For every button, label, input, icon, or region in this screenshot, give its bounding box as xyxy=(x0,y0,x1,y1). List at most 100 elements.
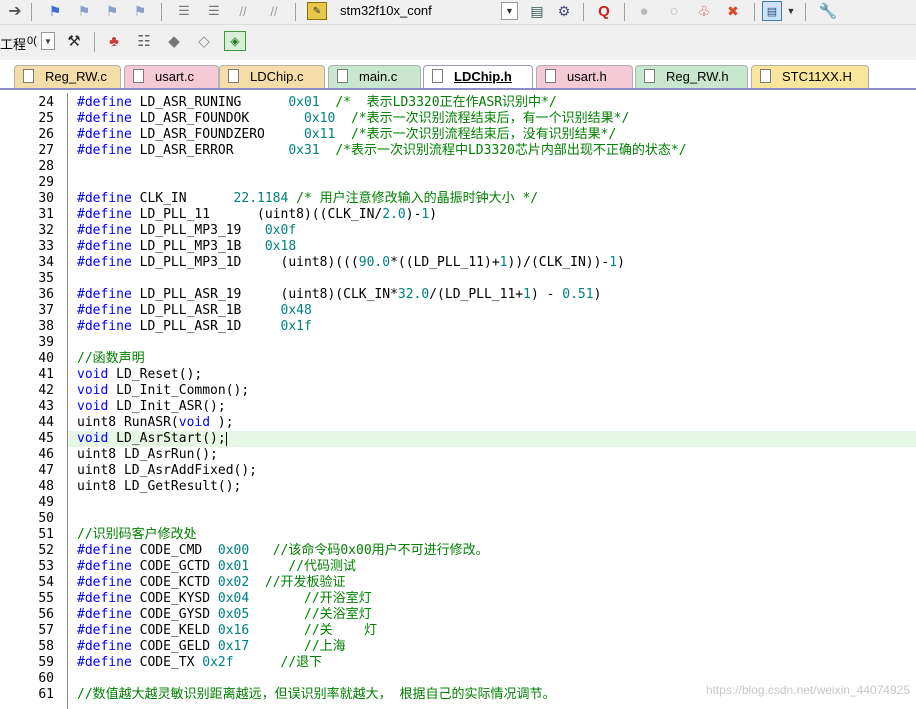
breakpoint-insert-icon[interactable]: ● xyxy=(635,2,653,20)
code-line[interactable]: #define CODE_GYSD 0x05 //关浴室灯 xyxy=(77,607,372,623)
bookmark-toggle-icon[interactable]: ⚑ xyxy=(46,2,64,20)
code-line[interactable]: #define LD_PLL_ASR_1D 0x1f xyxy=(77,319,312,335)
debug-settings-icon[interactable]: ⚙ xyxy=(555,2,573,20)
code-text: LD_PLL_MP3_19 xyxy=(139,223,265,238)
code-line[interactable]: #define LD_PLL_MP3_1B 0x18 xyxy=(77,239,296,255)
tab-label: LDChip.c xyxy=(250,69,304,84)
line-number: 52 xyxy=(38,543,54,558)
tab-usart-c[interactable]: usart.c xyxy=(124,65,219,88)
run-time-environment-icon[interactable]: ◈ xyxy=(224,31,246,51)
tab-reg-rw-h[interactable]: Reg_RW.h xyxy=(635,65,748,88)
project-combo[interactable]: 0( xyxy=(27,35,37,47)
code-line[interactable]: void LD_Reset(); xyxy=(77,367,202,383)
code-line[interactable]: #define LD_PLL_11 (uint8)((CLK_IN/2.0)-1… xyxy=(77,207,437,223)
code-line[interactable]: #define LD_ASR_FOUNDZERO 0x11 /*表示一次识别流程… xyxy=(77,127,616,143)
file-icon xyxy=(337,69,348,83)
code-line[interactable]: #define LD_ASR_ERROR 0x31 /*表示一次识别流程中LD3… xyxy=(77,143,687,159)
uncomment-icon[interactable]: // xyxy=(265,2,283,20)
code-text: CODE_TX xyxy=(139,655,203,670)
code-number: 32.0 xyxy=(397,287,430,302)
code-line[interactable]: //函数声明 xyxy=(77,351,145,367)
code-line[interactable]: #define LD_PLL_MP3_19 0x0f xyxy=(77,223,296,239)
code-line[interactable]: //数值越大越灵敏识别距离越远，但误识别率就越大， 根据自己的实际情况调节。 xyxy=(77,687,555,703)
tab-stc11xx-h[interactable]: STC11XX.H xyxy=(751,65,869,88)
tab-label: usart.h xyxy=(567,69,607,84)
comment-icon[interactable]: // xyxy=(234,2,252,20)
code-line[interactable]: #define CODE_KCTD 0x02 //开发板验证 xyxy=(77,575,346,591)
line-number: 31 xyxy=(38,207,54,222)
code-keyword: void xyxy=(77,399,109,414)
tab-main-c[interactable]: main.c xyxy=(328,65,421,88)
code-line[interactable]: uint8 LD_AsrAddFixed(); xyxy=(77,463,257,479)
breakpoint-enable-icon[interactable]: ○ xyxy=(665,2,683,20)
unindent-icon[interactable]: ☰ xyxy=(205,2,223,20)
code-line[interactable]: #define LD_PLL_ASR_1B 0x48 xyxy=(77,303,312,319)
line-number: 26 xyxy=(38,127,54,142)
code-text: ) - xyxy=(530,287,563,302)
incremental-find-icon[interactable]: ▤ xyxy=(528,2,546,20)
code-line[interactable]: #define LD_ASR_FOUNDOK 0x10 /*表示一次识别流程结束… xyxy=(77,111,629,127)
code-line[interactable]: #define LD_PLL_MP3_1D (uint8)(((90.0*((L… xyxy=(77,255,625,271)
tab-usart-h[interactable]: usart.h xyxy=(536,65,633,88)
code-editor[interactable]: 24 25 26 27 28 29 30 31 32 33 34 35 36 37 38 39 40 41 42 43… xyxy=(0,93,916,709)
code-line[interactable]: uint8 LD_GetResult(); xyxy=(77,479,241,495)
code-keyword: #define xyxy=(77,623,132,638)
breakpoint-kill-all-icon[interactable]: ✖ xyxy=(724,2,742,20)
code-keyword: void xyxy=(77,431,109,446)
file-icon xyxy=(23,69,34,83)
tab-ldchip-h[interactable]: LDChip.h xyxy=(423,65,533,88)
line-number: 41 xyxy=(38,367,54,382)
line-number: 32 xyxy=(38,223,54,238)
tab-ldchip-c[interactable]: LDChip.c xyxy=(219,65,325,88)
code-line[interactable]: #define CODE_GELD 0x17 //上海 xyxy=(77,639,346,655)
window-layout-chevron-icon[interactable]: ▼ xyxy=(785,2,797,20)
code-line[interactable]: void LD_Init_ASR(); xyxy=(77,399,226,415)
line-number: 43 xyxy=(38,399,54,414)
code-line[interactable]: #define CODE_CMD 0x00 //该命令码0x00用户不可进行修改… xyxy=(77,543,489,559)
bookmark-next-icon[interactable]: ⚑ xyxy=(103,2,121,20)
fold-margin-line xyxy=(67,93,68,709)
code-line[interactable]: uint8 LD_AsrRun(); xyxy=(77,447,218,463)
code-number: 0x17 xyxy=(217,639,250,654)
line-number: 29 xyxy=(38,175,54,190)
tab-label: main.c xyxy=(359,69,398,84)
select-software-packs-icon[interactable]: ◇ xyxy=(194,31,214,51)
file-extensions-icon[interactable]: ☷ xyxy=(134,31,154,51)
code-line[interactable]: #define CODE_GCTD 0x01 //代码测试 xyxy=(77,559,356,575)
code-line[interactable]: #define CODE_TX 0x2f //退下 xyxy=(77,655,322,671)
configure-tools-icon[interactable]: 🔧 xyxy=(818,2,838,20)
code-line[interactable]: #define CLK_IN 22.1184 /* 用户注意修改输入的晶振时钟大… xyxy=(77,191,538,207)
code-line[interactable]: #define LD_ASR_RUNING 0x01 /* 表示LD3320正在… xyxy=(77,95,557,111)
project-combo-chevron-icon[interactable]: ▼ xyxy=(41,32,55,50)
code-line[interactable]: void LD_AsrStart(); xyxy=(68,431,916,447)
start-debug-icon[interactable]: Q xyxy=(595,2,613,20)
arrow-right-icon[interactable]: ➔ xyxy=(6,2,24,20)
code-line[interactable]: #define CODE_KELD 0x16 //关 灯 xyxy=(77,623,377,639)
code-text: LD_PLL_MP3_1B xyxy=(139,239,265,254)
manage-components-icon[interactable]: ♣ xyxy=(104,31,124,51)
code-comment: //上海 xyxy=(304,639,346,654)
window-layout-icon[interactable]: ▤ xyxy=(762,1,782,21)
find-in-files-icon[interactable]: ✎ xyxy=(307,2,327,20)
indent-icon[interactable]: ☰ xyxy=(175,2,193,20)
watermark: https://blog.csdn.net/weixin_44074925 xyxy=(705,683,910,697)
dropdown-chevron-icon[interactable]: ▼ xyxy=(501,2,518,20)
code-line[interactable]: //识别码客户修改处 xyxy=(77,527,197,543)
line-number: 38 xyxy=(38,319,54,334)
breakpoint-disable-all-icon[interactable]: ♧ xyxy=(695,2,713,20)
code-line[interactable]: uint8 RunASR(void ); xyxy=(77,415,234,431)
line-number: 61 xyxy=(38,687,54,702)
code-line[interactable]: #define LD_PLL_ASR_19 (uint8)(CLK_IN*32.… xyxy=(77,287,601,303)
options-wand-icon[interactable]: ⚒ xyxy=(64,31,84,51)
code-comment: //函数声明 xyxy=(77,351,145,366)
code-text: CODE_KYSD xyxy=(139,591,218,606)
pack-installer-icon[interactable]: ◆ xyxy=(164,31,184,51)
code-line[interactable]: void LD_Init_Common(); xyxy=(77,383,249,399)
code-line[interactable]: #define CODE_KYSD 0x04 //开浴室灯 xyxy=(77,591,372,607)
target-name-combo[interactable]: stm32f10x_conf xyxy=(340,1,432,21)
bookmark-clear-icon[interactable]: ⚑ xyxy=(131,2,149,20)
tab-reg-rw-c[interactable]: Reg_RW.c xyxy=(14,65,121,88)
code-keyword: #define xyxy=(77,319,132,334)
bookmark-prev-icon[interactable]: ⚑ xyxy=(75,2,93,20)
